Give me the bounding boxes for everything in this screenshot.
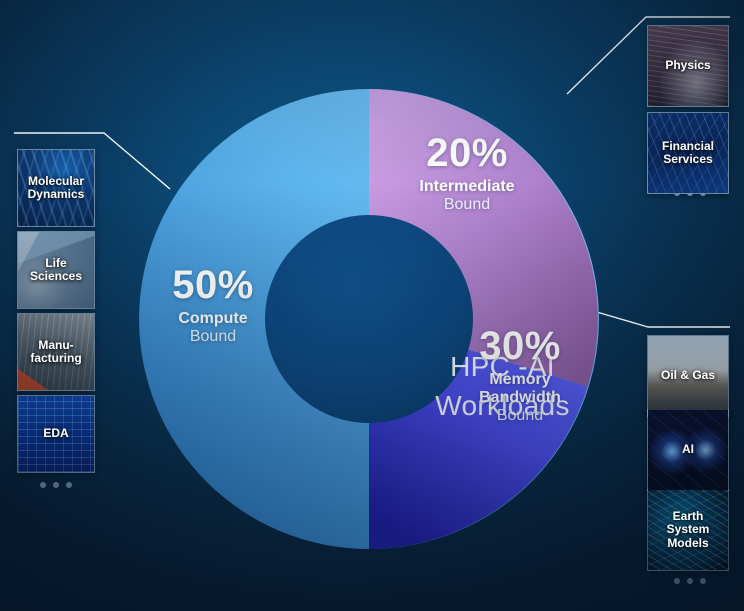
slice-name-memory-2: Bandwidth bbox=[479, 388, 561, 406]
caption-line-1: Physics bbox=[665, 58, 711, 73]
dot bbox=[700, 578, 706, 584]
thumbnail-caption-molecular-dynamics: Molecular Dynamics bbox=[26, 173, 87, 202]
caption-line-1: EDA bbox=[43, 426, 69, 441]
dot bbox=[687, 578, 693, 584]
thumbnail-card-eda[interactable]: EDA bbox=[17, 395, 95, 473]
caption-line-1: Life bbox=[45, 255, 67, 270]
more-indicator-left[interactable] bbox=[40, 482, 72, 488]
caption-line-1: Oil & Gas bbox=[660, 368, 716, 383]
thumbnail-card-molecular-dynamics[interactable]: Molecular Dynamics bbox=[17, 149, 95, 227]
slice-bound-compute: Bound bbox=[189, 327, 237, 345]
thumbnail-caption-financial-services: Financial Services bbox=[660, 138, 716, 167]
caption-line-1: Financial bbox=[661, 138, 714, 153]
thumbnail-caption-physics: Physics bbox=[663, 59, 712, 72]
dot bbox=[40, 482, 46, 488]
slice-percent-compute: 50% bbox=[172, 263, 254, 307]
thumbnail-card-ai[interactable]: AI bbox=[647, 409, 729, 491]
caption-line-2: Services bbox=[663, 152, 713, 166]
dot bbox=[53, 482, 59, 488]
thumbnail-card-manufacturing[interactable]: Manu- facturing bbox=[17, 313, 95, 391]
dot bbox=[674, 578, 680, 584]
dot bbox=[66, 482, 72, 488]
caption-line-1: Earth bbox=[672, 508, 704, 523]
slice-percent-intermediate: 20% bbox=[426, 131, 508, 175]
caption-line-2: facturing bbox=[30, 351, 82, 365]
thumbnail-card-earth-system-models[interactable]: Earth System Models bbox=[647, 489, 729, 571]
slice-label-intermediate-bound: 20% Intermediate Bound bbox=[387, 131, 547, 214]
caption-line-2: Sciences bbox=[29, 269, 83, 283]
slice-name-intermediate: Intermediate bbox=[419, 177, 515, 195]
caption-line-1: Manu- bbox=[38, 337, 74, 352]
thumbnail-caption-life-sciences: Life Sciences bbox=[28, 255, 84, 284]
slice-bound-intermediate: Bound bbox=[443, 195, 491, 213]
thumbnail-card-financial-services[interactable]: Financial Services bbox=[647, 112, 729, 194]
thumbnail-card-oil-and-gas[interactable]: Oil & Gas bbox=[647, 335, 729, 417]
thumbnail-caption-ai: AI bbox=[680, 443, 696, 456]
caption-line-1b: System bbox=[666, 522, 710, 537]
thumbnail-card-life-sciences[interactable]: Life Sciences bbox=[17, 231, 95, 309]
caption-line-2: Dynamics bbox=[27, 187, 85, 201]
slice-bound-memory: Bound bbox=[496, 406, 544, 424]
slice-name-compute: Compute bbox=[178, 309, 248, 327]
thumbnail-caption-manufacturing: Manu- facturing bbox=[28, 337, 83, 366]
caption-line-1: AI bbox=[682, 442, 694, 457]
slice-label-memory-bandwidth-bound: 30% Memory Bandwidth Bound bbox=[440, 324, 600, 425]
thumbnail-caption-earth-system-models: Earth System Models bbox=[665, 508, 712, 550]
caption-line-2: Models bbox=[667, 535, 709, 550]
slice-name-memory-1: Memory bbox=[489, 370, 551, 388]
thumbnail-caption-eda: EDA bbox=[41, 427, 70, 440]
thumbnail-caption-oil-and-gas: Oil & Gas bbox=[659, 369, 717, 382]
thumbnail-card-physics[interactable]: Physics bbox=[647, 25, 729, 107]
slice-percent-memory: 30% bbox=[479, 324, 561, 368]
slice-label-compute-bound: 50% Compute Bound bbox=[138, 263, 288, 346]
caption-line-1: Molecular bbox=[27, 173, 84, 188]
infographic-canvas: HPC -AI Workloads 50% Compute Bound 20% … bbox=[0, 0, 744, 611]
more-indicator-right-bottom[interactable] bbox=[674, 578, 706, 584]
